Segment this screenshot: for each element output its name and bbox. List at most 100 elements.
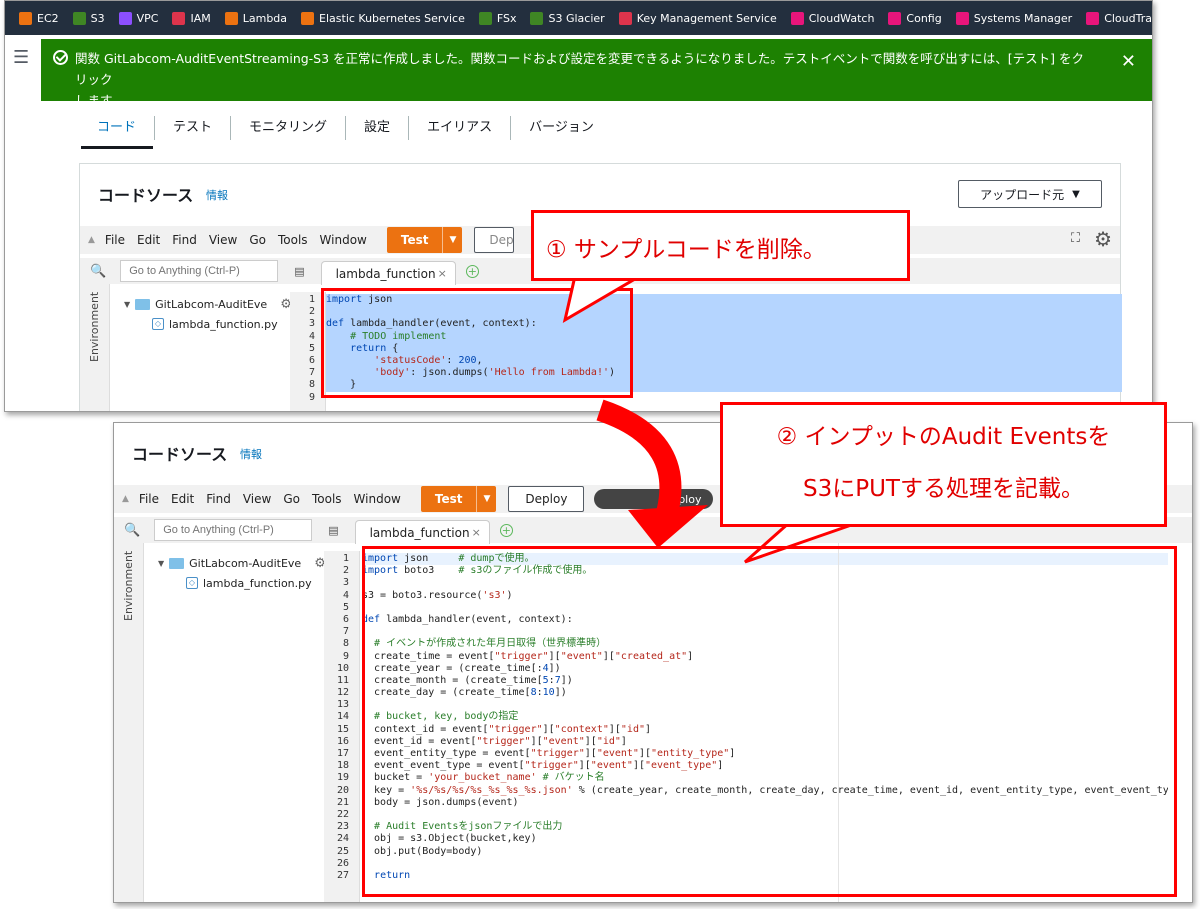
- goto-anything-input[interactable]: [120, 260, 279, 282]
- banner-message-line1: 関数 GitLabcom-AuditEventStreaming-S3 を正常に…: [75, 51, 1085, 87]
- service-link[interactable]: Key Management Service: [618, 11, 777, 25]
- caret-down-icon[interactable]: ▼: [477, 494, 496, 504]
- test-button[interactable]: Test ▼: [386, 227, 463, 253]
- file-tab[interactable]: lambda_function ×: [320, 261, 456, 285]
- service-label: Lambda: [242, 11, 288, 25]
- test-button[interactable]: Test ▼: [420, 486, 497, 512]
- service-link[interactable]: Elastic Kubernetes Service: [301, 11, 465, 25]
- tree-folder[interactable]: ▼ GitLabcom-AuditEve ⚙▾: [124, 294, 298, 314]
- ide-menu-edit[interactable]: Edit: [137, 233, 160, 247]
- service-link[interactable]: CloudTrail: [1086, 11, 1152, 25]
- service-label: Elastic Kubernetes Service: [319, 11, 465, 25]
- ide-menu-view[interactable]: View: [243, 492, 271, 506]
- panel-toggle-icon[interactable]: ▤: [294, 265, 304, 278]
- ide-menu-find[interactable]: Find: [206, 492, 231, 506]
- close-tab-icon[interactable]: ×: [472, 526, 481, 539]
- line-number: 3: [308, 318, 315, 330]
- tab-3[interactable]: 設定: [345, 116, 408, 140]
- service-link[interactable]: CloudWatch: [790, 11, 874, 25]
- info-link[interactable]: 情報: [206, 187, 228, 203]
- line-number: 26: [336, 857, 349, 869]
- line-number: 4: [342, 589, 349, 601]
- folder-icon: [135, 298, 151, 310]
- new-tab-icon[interactable]: +: [465, 264, 479, 278]
- check-circle-icon: [53, 50, 68, 65]
- folder-icon: [169, 557, 185, 569]
- tree-folder[interactable]: ▼ GitLabcom-AuditEve ⚙▾: [158, 553, 332, 573]
- environment-label[interactable]: Environment: [122, 551, 135, 621]
- line-number: 9: [308, 391, 315, 403]
- line-number: 19: [336, 772, 349, 784]
- service-link[interactable]: S3: [72, 11, 105, 25]
- panel-toggle-icon[interactable]: ▤: [328, 524, 338, 537]
- deploy-button[interactable]: Deploy: [508, 486, 585, 512]
- ide-menu-view[interactable]: View: [209, 233, 237, 247]
- service-icon: [1086, 11, 1100, 25]
- service-label: CloudTrail: [1104, 11, 1152, 25]
- fullscreen-icon[interactable]: ⛶: [1071, 231, 1080, 246]
- ide-menu-tools[interactable]: Tools: [312, 492, 342, 506]
- python-file-icon: ◇: [152, 318, 164, 330]
- line-number: 11: [336, 674, 349, 686]
- service-icon: [790, 11, 804, 25]
- ide-menu-edit[interactable]: Edit: [171, 492, 194, 506]
- line-number: 15: [336, 723, 349, 735]
- menu-icon[interactable]: ☰: [13, 47, 29, 68]
- service-label: FSx: [496, 11, 517, 25]
- tab-4[interactable]: エイリアス: [408, 116, 510, 140]
- ide-menu-tools[interactable]: Tools: [278, 233, 308, 247]
- service-link[interactable]: VPC: [118, 11, 158, 25]
- python-file-icon: ◇: [186, 577, 198, 589]
- upload-from-button[interactable]: アップロード元 ▼: [958, 180, 1102, 208]
- tab-1[interactable]: テスト: [154, 116, 230, 140]
- environment-label[interactable]: Environment: [88, 292, 101, 362]
- ide-menu-find[interactable]: Find: [172, 233, 197, 247]
- step2-text-line2: S3にPUTする処理を記載。: [803, 476, 1084, 502]
- service-icon: [224, 11, 238, 25]
- line-number: 23: [336, 821, 349, 833]
- service-link[interactable]: S3 Glacier: [530, 11, 605, 25]
- function-tabs: コード テスト モニタリング 設定 エイリアス バージョン: [81, 107, 612, 149]
- service-link[interactable]: EC2: [19, 11, 59, 25]
- expand-icon[interactable]: ▼: [124, 300, 130, 309]
- deploy-status-label: deploy: [664, 492, 702, 506]
- service-icon: [530, 11, 544, 25]
- tab-0[interactable]: コード: [81, 116, 154, 140]
- tree-file[interactable]: ◇ lambda_function.py: [124, 314, 298, 334]
- info-link[interactable]: 情報: [240, 446, 262, 462]
- close-tab-icon[interactable]: ×: [438, 267, 447, 280]
- ide-menu-window[interactable]: Window: [354, 492, 401, 506]
- tab-5[interactable]: バージョン: [510, 116, 612, 140]
- line-number: 13: [336, 699, 349, 711]
- tree-file[interactable]: ◇ lambda_function.py: [158, 573, 332, 593]
- tab-2[interactable]: モニタリング: [230, 116, 345, 140]
- deploy-button[interactable]: Dep: [474, 227, 515, 253]
- gear-icon[interactable]: ⚙: [1094, 227, 1112, 251]
- line-number: 3: [342, 577, 349, 589]
- service-link[interactable]: FSx: [478, 11, 517, 25]
- file-tab[interactable]: lambda_function ×: [354, 520, 490, 544]
- service-link[interactable]: Config: [888, 11, 942, 25]
- ide-menu-window[interactable]: Window: [320, 233, 367, 247]
- service-link[interactable]: Systems Manager: [955, 11, 1072, 25]
- search-icon[interactable]: 🔍: [90, 264, 106, 279]
- search-icon[interactable]: 🔍: [124, 523, 140, 538]
- close-icon[interactable]: ✕: [1121, 51, 1136, 72]
- service-link[interactable]: Lambda: [224, 11, 288, 25]
- service-icon: [888, 11, 902, 25]
- environment-strip: Environment: [114, 543, 144, 902]
- ide-menu-go[interactable]: Go: [249, 233, 266, 247]
- new-tab-icon[interactable]: +: [499, 523, 513, 537]
- collapse-icon[interactable]: ▲: [122, 494, 129, 504]
- service-link[interactable]: IAM: [172, 11, 211, 25]
- expand-icon[interactable]: ▼: [158, 559, 164, 568]
- caret-down-icon[interactable]: ▼: [443, 235, 462, 245]
- line-number: 22: [336, 808, 349, 820]
- goto-anything-input[interactable]: [154, 519, 313, 541]
- collapse-icon[interactable]: ▲: [88, 235, 95, 245]
- ide-menu-go[interactable]: Go: [283, 492, 300, 506]
- line-number: 18: [336, 760, 349, 772]
- deploy-button-label: Dep: [489, 233, 514, 247]
- ide-menu-file[interactable]: File: [139, 492, 159, 506]
- ide-menu-file[interactable]: File: [105, 233, 125, 247]
